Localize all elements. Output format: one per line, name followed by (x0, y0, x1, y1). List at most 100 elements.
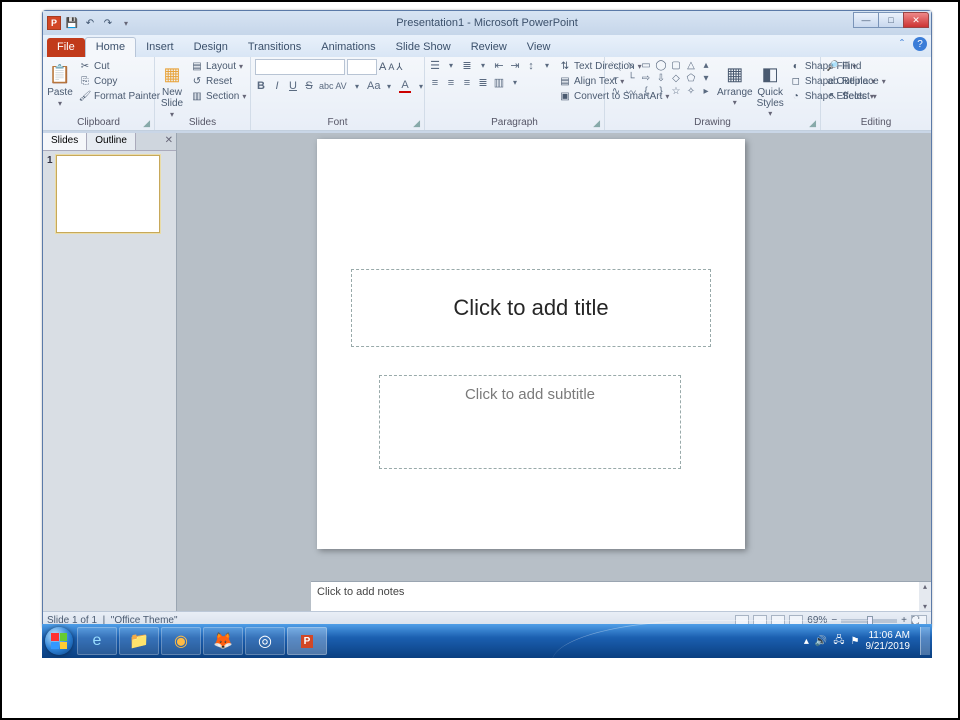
taskbar-explorer-button[interactable]: 📁 (119, 627, 159, 655)
underline-button[interactable]: U (287, 80, 299, 92)
elbow2-shape-icon[interactable]: └ (624, 72, 638, 84)
find-button[interactable]: 🔎Find (825, 59, 888, 73)
rect-shape-icon[interactable]: ▭ (639, 59, 653, 71)
tab-file[interactable]: File (47, 38, 85, 57)
taskbar-firefox-button[interactable]: 🦊 (203, 627, 243, 655)
freeform-shape-icon[interactable]: 〰 (624, 85, 638, 97)
help-icon[interactable]: ? (913, 37, 927, 51)
bullets-icon[interactable]: ☰ (429, 59, 441, 72)
zoom-slider[interactable] (841, 619, 897, 623)
scroll-up-icon[interactable]: ▴ (923, 582, 927, 591)
maximize-button[interactable]: □ (878, 12, 904, 28)
outline-tab[interactable]: Outline (87, 133, 136, 150)
title-placeholder[interactable]: Click to add title (351, 269, 711, 347)
font-color-button[interactable]: A (399, 79, 411, 93)
shrink-font-icon[interactable]: A (388, 62, 394, 72)
line-shape-icon[interactable]: ＼ (609, 59, 623, 71)
line-spacing-icon[interactable]: ↕ (525, 60, 537, 72)
tab-design[interactable]: Design (184, 38, 238, 57)
slides-tab[interactable]: Slides (43, 133, 87, 150)
tab-home[interactable]: Home (85, 37, 136, 57)
cut-button[interactable]: ✂Cut (77, 59, 162, 73)
font-size-input[interactable] (347, 59, 377, 75)
clock[interactable]: 11:06 AM 9/21/2019 (866, 630, 911, 652)
columns-icon[interactable]: ▥ (493, 76, 505, 89)
notes-pane[interactable]: Click to add notes ▴▾ (311, 581, 931, 611)
tab-transitions[interactable]: Transitions (238, 38, 311, 57)
shapes-gallery[interactable]: ＼↘▭◯▢△▴ ⌐└⇨⇩◇⬠▾ ∿〰{}☆✧▸ (609, 59, 713, 97)
tab-insert[interactable]: Insert (136, 38, 184, 57)
char-spacing-button[interactable]: AV (335, 81, 347, 91)
shadow-button[interactable]: abc (319, 81, 331, 91)
tab-slideshow[interactable]: Slide Show (386, 38, 461, 57)
close-pane-icon[interactable]: ✕ (165, 135, 173, 146)
clipboard-dialog-launcher-icon[interactable]: ◢ (143, 118, 150, 129)
minimize-button[interactable]: — (853, 12, 879, 28)
layout-button[interactable]: ▤Layout ▾ (189, 59, 248, 73)
format-painter-button[interactable]: 🖌Format Painter (77, 89, 162, 103)
font-name-input[interactable] (255, 59, 345, 75)
oval-shape-icon[interactable]: ◯ (654, 59, 668, 71)
save-icon[interactable]: 💾 (65, 16, 79, 30)
elbow-shape-icon[interactable]: ⌐ (609, 72, 623, 84)
new-slide-button[interactable]: ▦ New Slide ▾ (159, 59, 185, 120)
select-button[interactable]: ↖Select ▾ (825, 89, 888, 103)
scroll-up-icon[interactable]: ▴ (699, 59, 713, 71)
taskbar-powerpoint-button[interactable]: P (287, 627, 327, 655)
close-button[interactable]: ✕ (903, 12, 929, 28)
arrange-button[interactable]: ▦ Arrange▾ (717, 59, 753, 107)
grow-font-icon[interactable]: A (379, 61, 386, 73)
triangle-shape-icon[interactable]: △ (684, 59, 698, 71)
align-center-icon[interactable]: ≡ (445, 77, 457, 89)
redo-icon[interactable]: ↷ (101, 16, 115, 30)
copy-button[interactable]: ⎘Copy (77, 74, 162, 88)
flag-icon[interactable]: ⚑ (851, 636, 860, 647)
tab-view[interactable]: View (517, 38, 561, 57)
align-left-icon[interactable]: ≡ (429, 77, 441, 89)
strike-button[interactable]: S (303, 80, 315, 92)
down-arrow-shape-icon[interactable]: ⇩ (654, 72, 668, 84)
scroll-down-icon[interactable]: ▾ (923, 602, 927, 611)
right-arrow-shape-icon[interactable]: ⇨ (639, 72, 653, 84)
undo-icon[interactable]: ↶ (83, 16, 97, 30)
section-button[interactable]: ▥Section ▾ (189, 89, 248, 103)
rounded-rect-shape-icon[interactable]: ▢ (669, 59, 683, 71)
italic-button[interactable]: I (271, 80, 283, 92)
callout-shape-icon[interactable]: ◇ (669, 72, 683, 84)
slide[interactable]: Click to add title Click to add subtitle (317, 139, 745, 549)
change-case-button[interactable]: Aa (367, 80, 379, 92)
taskbar-ie-button[interactable]: e (77, 627, 117, 655)
qat-customize-icon[interactable]: ▾ (119, 16, 133, 30)
decrease-indent-icon[interactable]: ⇤ (493, 59, 505, 72)
reset-button[interactable]: ↺Reset (189, 74, 248, 88)
network-icon[interactable]: 🖧 (833, 633, 844, 650)
align-right-icon[interactable]: ≡ (461, 77, 473, 89)
tab-animations[interactable]: Animations (311, 38, 385, 57)
paste-button[interactable]: 📋 Paste▾ (47, 59, 73, 109)
tab-review[interactable]: Review (461, 38, 517, 57)
notes-scrollbar[interactable]: ▴▾ (919, 582, 931, 611)
font-dialog-launcher-icon[interactable]: ◢ (413, 118, 420, 129)
drawing-dialog-launcher-icon[interactable]: ◢ (809, 118, 816, 129)
clear-formatting-icon[interactable]: ⅄ (396, 62, 402, 73)
star-shape-icon[interactable]: ⬠ (684, 72, 698, 84)
show-hidden-icons[interactable]: ▴ (804, 636, 809, 647)
action-shape-icon[interactable]: ✧ (684, 85, 698, 97)
numbering-icon[interactable]: ≣ (461, 59, 473, 72)
more-shapes-icon[interactable]: ▸ (699, 85, 713, 97)
show-desktop-button[interactable] (920, 627, 930, 655)
arrow-shape-icon[interactable]: ↘ (624, 59, 638, 71)
slide-canvas-area[interactable]: Click to add title Click to add subtitle… (177, 133, 931, 611)
increase-indent-icon[interactable]: ⇥ (509, 59, 521, 72)
minimize-ribbon-icon[interactable]: ˆ (895, 37, 909, 51)
subtitle-placeholder[interactable]: Click to add subtitle (379, 375, 681, 469)
scroll-down-icon[interactable]: ▾ (699, 72, 713, 84)
taskbar-chrome-button[interactable]: ◎ (245, 627, 285, 655)
justify-icon[interactable]: ≣ (477, 76, 489, 89)
quick-styles-button[interactable]: ◧ Quick Styles▾ (757, 59, 784, 118)
brace-open-icon[interactable]: { (639, 85, 653, 97)
slide-thumbnail[interactable]: 1 (47, 155, 172, 233)
taskbar-media-button[interactable]: ◉ (161, 627, 201, 655)
volume-icon[interactable]: 🔊 (815, 636, 827, 647)
replace-button[interactable]: abReplace ▾ (825, 74, 888, 88)
